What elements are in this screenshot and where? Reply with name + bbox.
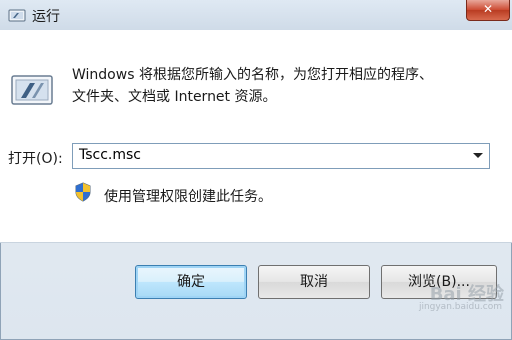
- ok-button[interactable]: 确定: [135, 265, 247, 299]
- open-label: 打开(O):: [8, 151, 63, 167]
- description: Windows 将根据您所输入的名称，为您打开相应的程序、 文件夹、文档或 In…: [72, 64, 502, 108]
- open-combobox[interactable]: Tscc.msc: [72, 143, 490, 169]
- dialog-body: [0, 30, 512, 242]
- run-dialog: 运行 ✕ Windows 将根据您所输入的名称，为您打开相应的程序、 文件夹、文…: [0, 0, 512, 340]
- uac-shield-icon: [74, 182, 92, 202]
- chevron-down-icon[interactable]: [473, 153, 483, 158]
- window-title: 运行: [32, 9, 60, 25]
- divider: [0, 242, 512, 243]
- close-button[interactable]: ✕: [466, 0, 510, 21]
- open-input[interactable]: Tscc.msc: [79, 147, 141, 163]
- watermark-url: jingyan.baidu.com: [418, 302, 502, 312]
- close-icon: ✕: [482, 2, 494, 16]
- description-line-1: Windows 将根据您所输入的名称，为您打开相应的程序、: [72, 67, 433, 83]
- admin-note: 使用管理权限创建此任务。: [104, 189, 272, 205]
- run-icon: [8, 6, 26, 24]
- cancel-button[interactable]: 取消: [258, 265, 370, 299]
- run-icon: [10, 70, 54, 110]
- title-bar: 运行 ✕: [0, 0, 512, 31]
- description-line-2: 文件夹、文档或 Internet 资源。: [72, 89, 277, 105]
